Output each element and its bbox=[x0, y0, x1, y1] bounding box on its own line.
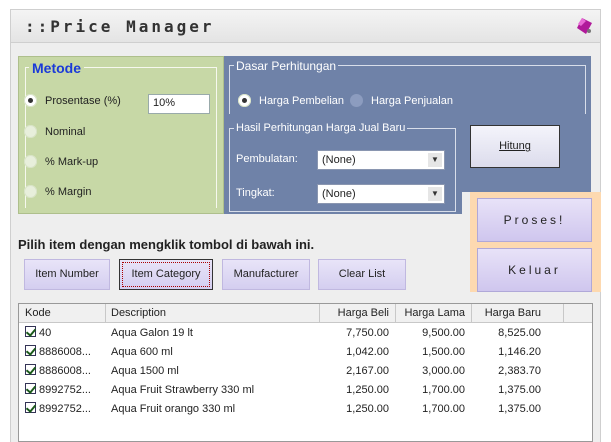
cell-harga-beli: 1,250.00 bbox=[346, 403, 389, 415]
cell-description: Aqua Galon 19 lt bbox=[111, 327, 193, 339]
radio-label: Harga Penjualan bbox=[371, 94, 453, 107]
column-header[interactable]: Harga Beli bbox=[319, 307, 389, 319]
keluar-label: Keluar bbox=[508, 263, 561, 277]
cell-kode: 8992752... bbox=[39, 403, 91, 415]
item-number-label: Item Number bbox=[35, 268, 99, 280]
cell-kode: 8886008... bbox=[39, 365, 91, 377]
clear-list-label: Clear List bbox=[338, 268, 386, 280]
radio-nominal[interactable]: Nominal bbox=[24, 125, 85, 138]
pembulatan-value: (None) bbox=[322, 154, 356, 166]
instruction-text: Pilih item dengan mengklik tombol di baw… bbox=[18, 237, 315, 252]
cell-kode: 8992752... bbox=[39, 384, 91, 396]
radio-prosentase[interactable]: Prosentase (%) bbox=[24, 94, 121, 107]
percent-input[interactable]: 10% bbox=[148, 94, 210, 114]
pembulatan-select[interactable]: (None) ▼ bbox=[317, 150, 445, 170]
radio-label: Nominal bbox=[45, 125, 86, 138]
cell-harga-baru: 8,525.00 bbox=[498, 327, 541, 339]
table-row[interactable]: 8992752... Aqua Fruit orango 330 ml 1,25… bbox=[19, 400, 592, 419]
column-header[interactable]: Kode bbox=[25, 307, 51, 319]
clear-list-button[interactable]: Clear List bbox=[318, 259, 406, 290]
checkbox-checked-icon[interactable] bbox=[25, 402, 36, 413]
radio-harga-pembelian[interactable]: Harga Pembelian bbox=[238, 94, 344, 107]
proses-button[interactable]: Proses! bbox=[477, 198, 592, 242]
hitung-label: Hitung bbox=[499, 140, 531, 152]
column-header[interactable]: Harga Baru bbox=[471, 307, 541, 319]
radio-harga-penjualan[interactable]: Harga Penjualan bbox=[350, 94, 453, 107]
cell-description: Aqua 1500 ml bbox=[111, 365, 179, 377]
radio-icon bbox=[238, 94, 251, 107]
cell-harga-lama: 9,500.00 bbox=[422, 327, 465, 339]
cell-harga-lama: 1,500.00 bbox=[422, 346, 465, 358]
cell-harga-beli: 1,042.00 bbox=[346, 346, 389, 358]
cell-harga-beli: 2,167.00 bbox=[346, 365, 389, 377]
item-number-button[interactable]: Item Number bbox=[24, 259, 110, 290]
table-header: Kode Description Harga Beli Harga Lama H… bbox=[19, 304, 592, 323]
radio-margin[interactable]: % Margin bbox=[24, 185, 91, 198]
cell-description: Aqua Fruit Strawberry 330 ml bbox=[111, 384, 255, 396]
manufacturer-label: Manufacturer bbox=[233, 268, 299, 280]
chevron-down-icon: ▼ bbox=[428, 187, 442, 201]
checkbox-checked-icon[interactable] bbox=[25, 383, 36, 394]
checkbox-checked-icon[interactable] bbox=[25, 326, 36, 337]
proses-label: Proses! bbox=[503, 213, 566, 227]
dasar-legend: Dasar Perhitungan bbox=[234, 59, 339, 73]
cell-harga-beli: 7,750.00 bbox=[346, 327, 389, 339]
price-manager-window: ::Price Manager Metode Prosentase (%) 10… bbox=[0, 0, 611, 442]
item-category-button[interactable]: Item Category bbox=[119, 259, 213, 290]
table-row[interactable]: 40 Aqua Galon 19 lt 7,750.00 9,500.00 8,… bbox=[19, 324, 592, 343]
radio-icon bbox=[24, 155, 37, 168]
pembulatan-label: Pembulatan: bbox=[236, 153, 298, 165]
radio-label: Prosentase (%) bbox=[45, 94, 121, 107]
title-bar: ::Price Manager bbox=[10, 9, 601, 43]
radio-icon bbox=[24, 125, 37, 138]
metode-legend: Metode bbox=[29, 60, 84, 76]
column-header[interactable]: Description bbox=[111, 307, 166, 319]
radio-icon bbox=[350, 94, 363, 107]
hasil-panel: Hasil Perhitungan Harga Jual Baru Pembul… bbox=[224, 118, 462, 214]
tingkat-value: (None) bbox=[322, 188, 356, 200]
cell-harga-baru: 2,383.70 bbox=[498, 365, 541, 377]
dasar-panel: Dasar Perhitungan bbox=[224, 56, 591, 118]
item-category-label: Item Category bbox=[131, 268, 201, 280]
table-row[interactable]: 8886008... Aqua 1500 ml 2,167.00 3,000.0… bbox=[19, 362, 592, 381]
radio-icon bbox=[24, 185, 37, 198]
cell-harga-lama: 1,700.00 bbox=[422, 403, 465, 415]
cell-harga-baru: 1,146.20 bbox=[498, 346, 541, 358]
column-header[interactable]: Harga Lama bbox=[395, 307, 465, 319]
table-row[interactable]: 8992752... Aqua Fruit Strawberry 330 ml … bbox=[19, 381, 592, 400]
radio-label: % Mark-up bbox=[45, 155, 99, 168]
chevron-down-icon: ▼ bbox=[428, 153, 442, 167]
keluar-button[interactable]: Keluar bbox=[477, 248, 592, 292]
cell-harga-baru: 1,375.00 bbox=[498, 403, 541, 415]
radio-icon bbox=[24, 94, 37, 107]
cell-kode: 8886008... bbox=[39, 346, 91, 358]
cell-harga-lama: 3,000.00 bbox=[422, 365, 465, 377]
cell-description: Aqua 600 ml bbox=[111, 346, 173, 358]
window-title: ::Price Manager bbox=[25, 17, 215, 36]
tingkat-select[interactable]: (None) ▼ bbox=[317, 184, 445, 204]
table-row[interactable]: 8886008... Aqua 600 ml 1,042.00 1,500.00… bbox=[19, 343, 592, 362]
app-icon bbox=[577, 18, 592, 34]
item-table[interactable]: Kode Description Harga Beli Harga Lama H… bbox=[18, 303, 593, 442]
tingkat-label: Tingkat: bbox=[236, 187, 275, 199]
cell-kode: 40 bbox=[39, 327, 52, 339]
radio-label: Harga Pembelian bbox=[259, 94, 344, 107]
manufacturer-button[interactable]: Manufacturer bbox=[222, 259, 310, 290]
hasil-legend: Hasil Perhitungan Harga Jual Baru bbox=[234, 122, 408, 134]
radio-label: % Margin bbox=[45, 185, 92, 198]
checkbox-checked-icon[interactable] bbox=[25, 364, 36, 375]
cell-description: Aqua Fruit orango 330 ml bbox=[111, 403, 236, 415]
radio-markup[interactable]: % Mark-up bbox=[24, 155, 98, 168]
cell-harga-beli: 1,250.00 bbox=[346, 384, 389, 396]
checkbox-checked-icon[interactable] bbox=[25, 345, 36, 356]
hitung-button[interactable]: Hitung bbox=[470, 125, 560, 168]
cell-harga-lama: 1,700.00 bbox=[422, 384, 465, 396]
cell-harga-baru: 1,375.00 bbox=[498, 384, 541, 396]
